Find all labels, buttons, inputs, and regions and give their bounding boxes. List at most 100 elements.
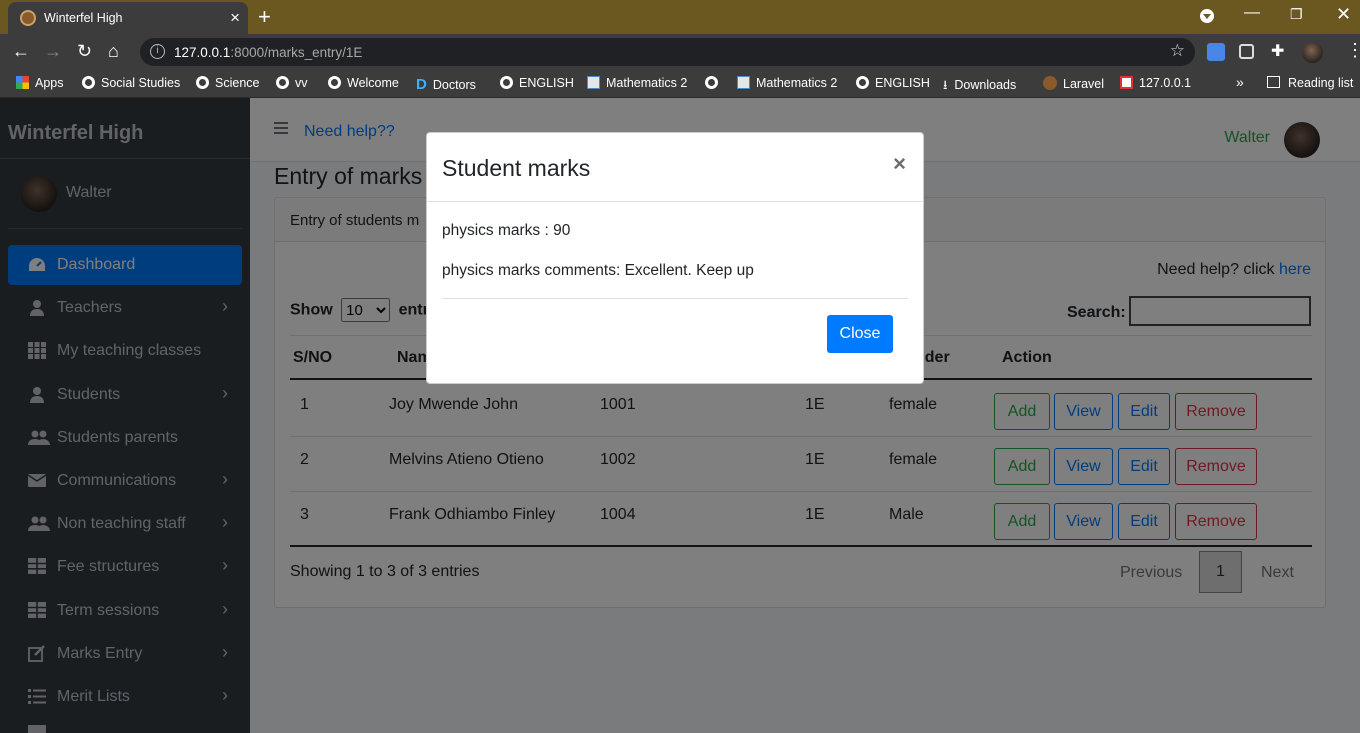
download-icon: ⭳ [943,78,948,92]
grid-icon [28,342,46,359]
chevron-right-icon: › [222,469,228,489]
bookmark-item[interactable]: Welcome [328,76,399,90]
sidebar-item-label: Students [57,386,121,403]
browser-tab[interactable]: Winterfel High × [8,2,248,34]
bookmark-item[interactable]: Social Studies [82,76,180,90]
globe-icon [856,76,869,89]
new-tab-icon[interactable]: + [258,4,271,30]
globe-icon [328,76,341,89]
close-window-icon[interactable]: ✕ [1336,4,1351,25]
extensions-puzzle-icon[interactable]: ✚ [1271,41,1289,60]
modal-header-divider [427,201,923,202]
sidebar-item-marks-entry[interactable]: Marks Entry › [8,634,242,674]
user-icon [28,386,46,403]
dashboard-icon [28,256,46,273]
browser-menu-icon[interactable]: ⋮ [1346,40,1360,61]
translate-extension-icon[interactable] [1207,43,1225,61]
bookmark-item[interactable]: ENGLISH [856,76,930,90]
back-icon[interactable]: ← [12,41,30,62]
sidebar-item-students-parents[interactable]: Students parents [8,418,242,458]
page-favicon-icon [1120,76,1133,89]
bookmark-item[interactable]: ENGLISH [500,76,574,90]
sidebar-item-students[interactable]: Students › [8,375,242,415]
browser-tab-strip: Winterfel High × + — ❐ ✕ [0,0,1360,34]
sidebar-item-label: Dashboard [57,256,136,273]
modal-close-button[interactable]: Close [827,315,893,353]
bookmark-item[interactable]: Science [196,76,259,90]
browser-toolbar: ← → ↻ ⌂ i 127.0.0.1:8000/marks_entry/1E … [0,34,1360,70]
users-icon [28,429,50,446]
tab-search-icon[interactable] [1200,9,1214,23]
url-text: 127.0.0.1:8000/marks_entry/1E [174,45,363,60]
bookmark-item[interactable]: Mathematics 2 [737,76,837,90]
restore-icon[interactable]: ❐ [1290,6,1303,23]
sidebar-divider [0,158,250,159]
sidebar-item-term-sessions[interactable]: Term sessions › [8,591,242,631]
sidebar-item-dashboard[interactable]: Dashboard [8,245,242,285]
sidebar-item-label: Communications [57,472,177,489]
bookmark-item[interactable]: ⭳ Downloads [943,76,1016,97]
users-icon [28,515,50,532]
sidebar-item-label: Non teaching staff [57,515,186,532]
cube-extension-icon[interactable] [1239,44,1254,59]
forward-icon[interactable]: → [44,41,62,62]
globe-icon [82,76,95,89]
table-icon [28,558,46,575]
reload-icon[interactable]: ↻ [77,41,92,62]
chevron-right-icon: › [222,296,228,316]
bookmarks-bar: Apps Social Studies Science vv Welcome D… [0,70,1360,98]
physics-marks-text: physics marks : 90 [442,222,571,239]
kicd-logo-icon [737,76,750,89]
kicd-logo-icon [587,76,600,89]
modal-title: Student marks [442,155,591,181]
bookmark-item[interactable]: Mathematics 2 [587,76,687,90]
sidebar-item-label: Marks Entry [57,645,143,662]
globe-icon [500,76,513,89]
site-favicon-icon [20,10,36,26]
bookmark-item[interactable]: Laravel [1043,76,1104,91]
more-bookmarks-icon[interactable]: » [1236,74,1244,90]
sidebar-user-name[interactable]: Walter [66,184,112,202]
bookmark-star-icon[interactable]: ☆ [1170,41,1185,61]
chevron-right-icon: › [222,512,228,532]
sidebar-item-label: Teachers [57,299,122,316]
student-marks-modal: Student marks × physics marks : 90 physi… [426,132,924,384]
sidebar-item-label: Merit Lists [57,688,130,705]
sidebar-item-label: Students parents [57,429,178,446]
bookmark-item[interactable]: vv [276,76,308,90]
sidebar: Winterfel High Walter Dashboard Teachers… [0,98,250,733]
bookmark-apps[interactable]: Apps [16,76,64,90]
sidebar-item-fee-structures[interactable]: Fee structures › [8,547,242,587]
globe-icon [276,76,289,89]
site-info-icon[interactable]: i [150,44,165,59]
chevron-right-icon: › [222,685,228,705]
address-bar[interactable]: i 127.0.0.1:8000/marks_entry/1E ☆ [140,38,1195,66]
sidebar-item-label: My teaching classes [57,342,202,359]
sidebar-item-communications[interactable]: Communications › [8,461,242,501]
tab-close-icon[interactable]: × [230,8,240,28]
bookmark-item[interactable]: D Doctors [416,76,476,93]
tab-title: Winterfel High [44,11,123,25]
sidebar-item-teachers[interactable]: Teachers › [8,288,242,328]
reading-list[interactable]: Reading list [1267,76,1353,90]
sidebar-item-merit-lists[interactable]: Merit Lists › [8,677,242,717]
chevron-right-icon: › [222,383,228,403]
profile-avatar[interactable] [1302,42,1323,63]
modal-close-icon[interactable]: × [893,151,906,177]
bookmark-item[interactable]: 127.0.0.1 [1120,76,1191,90]
sidebar-item-my-teaching-classes[interactable]: My teaching classes [8,331,242,371]
minimize-icon[interactable]: — [1244,4,1260,22]
brand-title[interactable]: Winterfel High [8,122,143,145]
laravel-favicon-icon [1043,76,1057,90]
globe-icon [196,76,209,89]
sidebar-item-non-teaching-staff[interactable]: Non teaching staff › [8,504,242,544]
chevron-right-icon: › [222,599,228,619]
bookmark-item[interactable] [705,76,724,90]
sidebar-item-label: Term sessions [57,602,160,619]
home-icon[interactable]: ⌂ [108,41,119,62]
table-icon [28,602,46,619]
modal-divider [442,298,908,299]
envelope-icon [27,472,47,489]
apps-grid-icon [16,76,29,89]
chevron-right-icon: › [222,642,228,662]
